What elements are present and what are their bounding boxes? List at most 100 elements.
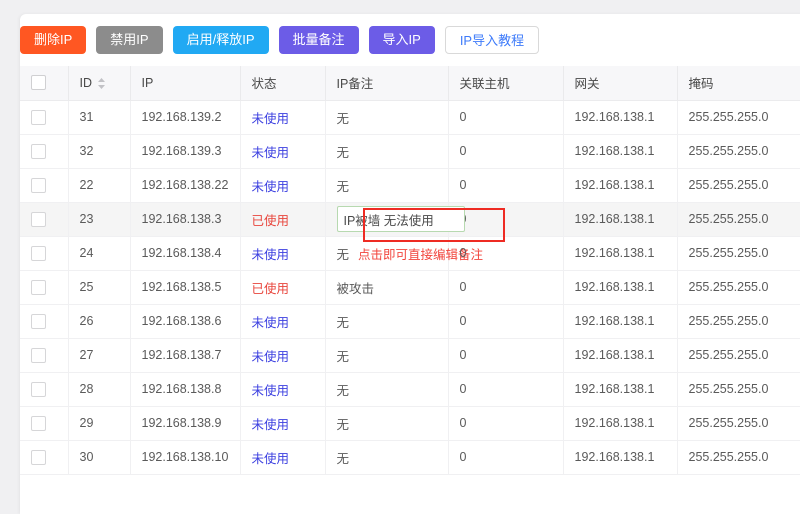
- column-header-note: IP备注: [325, 66, 449, 101]
- cell-mask: 255.255.255.0: [677, 406, 800, 441]
- cell-id: 29: [68, 406, 131, 441]
- select-all-header: [20, 66, 69, 101]
- cell-note[interactable]: 无: [325, 406, 449, 441]
- delete-ip-button[interactable]: 删除IP: [20, 26, 87, 54]
- note-value[interactable]: 无: [337, 180, 350, 194]
- enable-release-ip-button[interactable]: 启用/释放IP: [172, 26, 269, 54]
- cell-state: 未使用: [240, 236, 326, 271]
- cell-ip: 192.168.138.5: [130, 270, 241, 305]
- cell-note[interactable]: 无点击即可直接编辑备注: [325, 236, 483, 271]
- cell-mask: 255.255.255.0: [677, 372, 800, 407]
- row-checkbox[interactable]: [31, 211, 46, 227]
- cell-note[interactable]: 无: [325, 134, 449, 169]
- sort-icon[interactable]: [97, 77, 106, 90]
- table-row[interactable]: 23192.168.138.3 已使用 0192.168.138.1255.255.…: [20, 202, 800, 237]
- cell-ip: 192.168.139.2: [130, 100, 241, 135]
- status-badge: 未使用: [251, 349, 290, 364]
- cell-note[interactable]: 无: [325, 168, 449, 203]
- note-value[interactable]: 无: [337, 384, 350, 398]
- table-row[interactable]: 25 192.168.138.5 已使用 被攻击 0 192.168.138.1 255.2…: [20, 270, 800, 305]
- row-select-cell: [20, 270, 69, 305]
- status-badge: 未使用: [251, 451, 290, 466]
- cell-mask: 255.255.255.0: [677, 440, 800, 475]
- cell-ip: 192.168.138.3: [130, 202, 241, 237]
- column-header-state: 状态: [240, 66, 326, 101]
- cell-ip: 192.168.138.10: [130, 440, 241, 475]
- cell-id: 28: [68, 372, 131, 407]
- cell-gateway: 192.168.138.1: [563, 270, 678, 305]
- note-value[interactable]: 无: [337, 146, 350, 160]
- table-row[interactable]: 22 192.168.138.22 未使用 无 0 192.168.138.1 255.25…: [20, 168, 800, 203]
- cell-note[interactable]: 无: [325, 338, 449, 373]
- note-value[interactable]: 无: [337, 316, 350, 330]
- cell-mask: 255.255.255.0: [677, 270, 800, 305]
- note-value[interactable]: 无: [337, 112, 350, 126]
- cell-host: 0: [448, 304, 564, 339]
- cell-note[interactable]: 被攻击: [325, 270, 449, 305]
- table-row[interactable]: 29 192.168.138.9 未使用 无 0 192.168.138.1 255.255…: [20, 406, 800, 441]
- cell-note[interactable]: 无: [325, 304, 449, 339]
- row-select-cell: [20, 338, 69, 373]
- note-value[interactable]: 无: [337, 248, 350, 262]
- note-value[interactable]: 无: [337, 350, 350, 364]
- row-checkbox[interactable]: [31, 415, 46, 431]
- note-value[interactable]: 无: [337, 418, 350, 432]
- cell-state: 未使用: [240, 338, 326, 373]
- cell-id: 24: [68, 236, 131, 271]
- row-checkbox[interactable]: [31, 381, 46, 397]
- table-row[interactable]: 30 192.168.138.10 未使用 无 0 192.168.138.1 255.25…: [20, 440, 800, 475]
- cell-gateway: 192.168.138.1: [563, 134, 678, 169]
- batch-note-button[interactable]: 批量备注: [278, 26, 359, 54]
- row-checkbox[interactable]: [31, 109, 46, 125]
- row-checkbox[interactable]: [31, 313, 46, 329]
- row-checkbox[interactable]: [31, 177, 46, 193]
- table-row[interactable]: 28 192.168.138.8 未使用 无 0 192.168.138.1 255.255…: [20, 372, 800, 407]
- cell-note[interactable]: [325, 202, 465, 237]
- row-select-cell: [20, 202, 69, 237]
- cell-note[interactable]: 无: [325, 372, 449, 407]
- cell-id: 22: [68, 168, 131, 203]
- cell-gateway: 192.168.138.1: [563, 202, 678, 237]
- note-value[interactable]: 被攻击: [337, 282, 375, 296]
- note-edit-input[interactable]: [336, 206, 465, 232]
- status-badge: 未使用: [251, 247, 290, 262]
- cell-mask: 255.255.255.0: [677, 338, 800, 373]
- row-select-cell: [20, 372, 69, 407]
- table-header: ID IP 状态 IP备注 关联主机 网关 掩码: [20, 66, 800, 101]
- import-ip-button[interactable]: 导入IP: [368, 26, 435, 54]
- note-value[interactable]: 无: [337, 452, 350, 466]
- column-header-gateway: 网关: [563, 66, 678, 101]
- table-row[interactable]: 32 192.168.139.3 未使用 无 0 192.168.138.1 255.255…: [20, 134, 800, 169]
- cell-host: 0: [448, 236, 564, 271]
- cell-id: 23: [68, 202, 131, 237]
- status-badge: 未使用: [251, 315, 290, 330]
- cell-state: 未使用: [240, 134, 326, 169]
- cell-mask: 255.255.255.0: [677, 236, 800, 271]
- table-row[interactable]: 31 192.168.139.2 未使用 无 0 192.168.138.1 255.255…: [20, 100, 800, 135]
- import-tutorial-button[interactable]: IP导入教程: [444, 26, 540, 54]
- cell-ip: 192.168.138.22: [130, 168, 241, 203]
- table-row[interactable]: 27 192.168.138.7 未使用 无 0 192.168.138.1 255.255…: [20, 338, 800, 373]
- cell-gateway: 192.168.138.1: [563, 406, 678, 441]
- cell-host: 0: [448, 270, 564, 305]
- status-badge: 未使用: [251, 111, 290, 126]
- table-row[interactable]: 24 192.168.138.4 未使用 无点击即可直接编辑备注 0 192.168.13…: [20, 236, 800, 271]
- cell-note[interactable]: 无: [325, 100, 449, 135]
- row-checkbox[interactable]: [31, 143, 46, 159]
- disable-ip-button[interactable]: 禁用IP: [96, 26, 163, 54]
- column-header-id[interactable]: ID: [68, 66, 131, 101]
- row-checkbox[interactable]: [31, 449, 46, 465]
- status-badge: 未使用: [251, 145, 290, 160]
- row-checkbox[interactable]: [31, 279, 46, 295]
- select-all-checkbox[interactable]: [31, 75, 46, 91]
- row-checkbox[interactable]: [31, 347, 46, 363]
- table-body: 31 192.168.139.2 未使用无 0 192.168.138.1 255.255…: [20, 100, 800, 475]
- status-badge: 未使用: [251, 179, 290, 194]
- cell-mask: 255.255.255.0: [677, 168, 800, 203]
- cell-ip: 192.168.138.6: [130, 304, 241, 339]
- table-row[interactable]: 26 192.168.138.6 未使用 无 0 192.168.138.1 255.255…: [20, 304, 800, 339]
- status-badge: 已使用: [251, 281, 290, 296]
- cell-host: 0: [448, 406, 564, 441]
- row-checkbox[interactable]: [31, 245, 46, 261]
- cell-note[interactable]: 无: [325, 440, 449, 475]
